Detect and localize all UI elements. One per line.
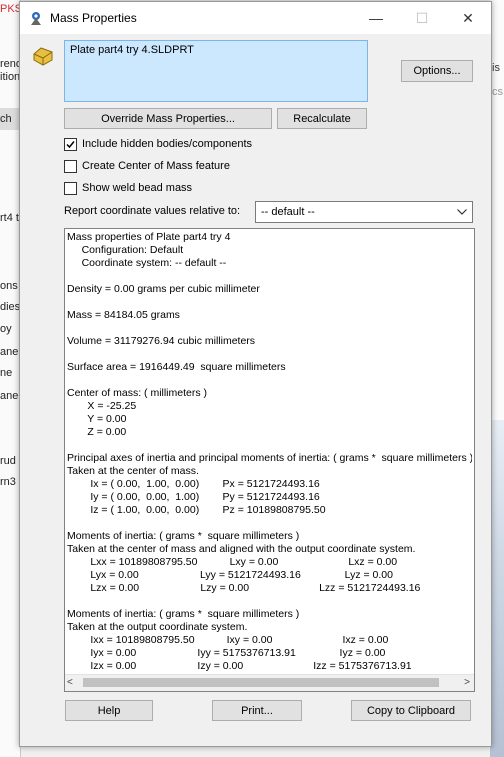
background-fragment: ch	[0, 113, 12, 125]
background-fragment: rn3	[0, 476, 16, 488]
background-fragment: ane	[0, 390, 19, 402]
horizontal-scrollbar[interactable]: < >	[65, 674, 474, 691]
scrollbar-thumb[interactable]	[83, 678, 439, 687]
selected-items-list[interactable]: Plate part4 try 4.SLDPRT	[64, 40, 368, 102]
create-center-of-mass-label: Create Center of Mass feature	[82, 160, 230, 172]
background-fragment: ition	[0, 71, 21, 83]
minimize-button[interactable]: —	[353, 2, 399, 34]
background-feature-tree: PKS rend ition ch rt4 t ons dies oy ane …	[0, 0, 22, 757]
background-fragment: ane	[0, 346, 19, 358]
window-title: Mass Properties	[50, 11, 137, 25]
mass-properties-icon	[31, 12, 41, 25]
help-button[interactable]: Help	[65, 700, 153, 721]
background-fragment: rt4 t	[0, 212, 19, 224]
include-hidden-checkbox[interactable]: Include hidden bodies/components	[64, 136, 252, 152]
copy-to-clipboard-button[interactable]: Copy to Clipboard	[351, 700, 471, 721]
coordinate-system-value: -- default --	[261, 206, 315, 218]
checkbox-unchecked-icon[interactable]	[64, 159, 77, 173]
create-center-of-mass-checkbox[interactable]: Create Center of Mass feature	[64, 158, 230, 174]
maximize-button: ☐	[415, 9, 429, 26]
coordinate-system-label: Report coordinate values relative to:	[64, 205, 241, 217]
mass-properties-dialog: Mass Properties — ☐ ✕ Plate part4 try 4.…	[19, 1, 492, 747]
scroll-right-icon[interactable]: >	[464, 677, 470, 688]
show-weld-bead-checkbox[interactable]: Show weld bead mass	[64, 180, 192, 196]
close-button[interactable]: ✕	[445, 2, 491, 34]
background-fragment: dies	[0, 301, 21, 313]
include-hidden-label: Include hidden bodies/components	[82, 138, 253, 150]
options-button[interactable]: Options...	[401, 60, 473, 82]
part-icon	[33, 47, 53, 66]
title-bar[interactable]: Mass Properties — ☐ ✕	[20, 2, 491, 34]
background-scene	[490, 420, 504, 757]
checkbox-unchecked-icon[interactable]	[64, 181, 77, 195]
recalculate-button[interactable]: Recalculate	[277, 108, 367, 129]
show-weld-bead-label: Show weld bead mass	[82, 182, 193, 194]
background-fragment: cs	[492, 86, 503, 98]
background-graphics-area: is cs	[490, 0, 504, 757]
coordinate-system-select[interactable]: -- default --	[255, 201, 473, 223]
results-text: Mass properties of Plate part4 try 4 Con…	[67, 231, 472, 672]
background-fragment: rud	[0, 455, 16, 467]
chevron-down-icon	[457, 209, 467, 215]
background-fragment: is	[492, 62, 500, 74]
override-mass-properties-button[interactable]: Override Mass Properties...	[64, 108, 272, 129]
background-fragment: ne	[0, 367, 13, 379]
checkbox-checked-icon[interactable]	[64, 137, 77, 151]
mass-properties-results[interactable]: Mass properties of Plate part4 try 4 Con…	[64, 228, 475, 692]
print-button[interactable]: Print...	[212, 700, 302, 721]
scroll-left-icon[interactable]: <	[67, 677, 73, 688]
selected-part-name[interactable]: Plate part4 try 4.SLDPRT	[70, 44, 194, 56]
background-fragment: ons	[0, 280, 18, 292]
background-fragment: oy	[0, 323, 12, 335]
